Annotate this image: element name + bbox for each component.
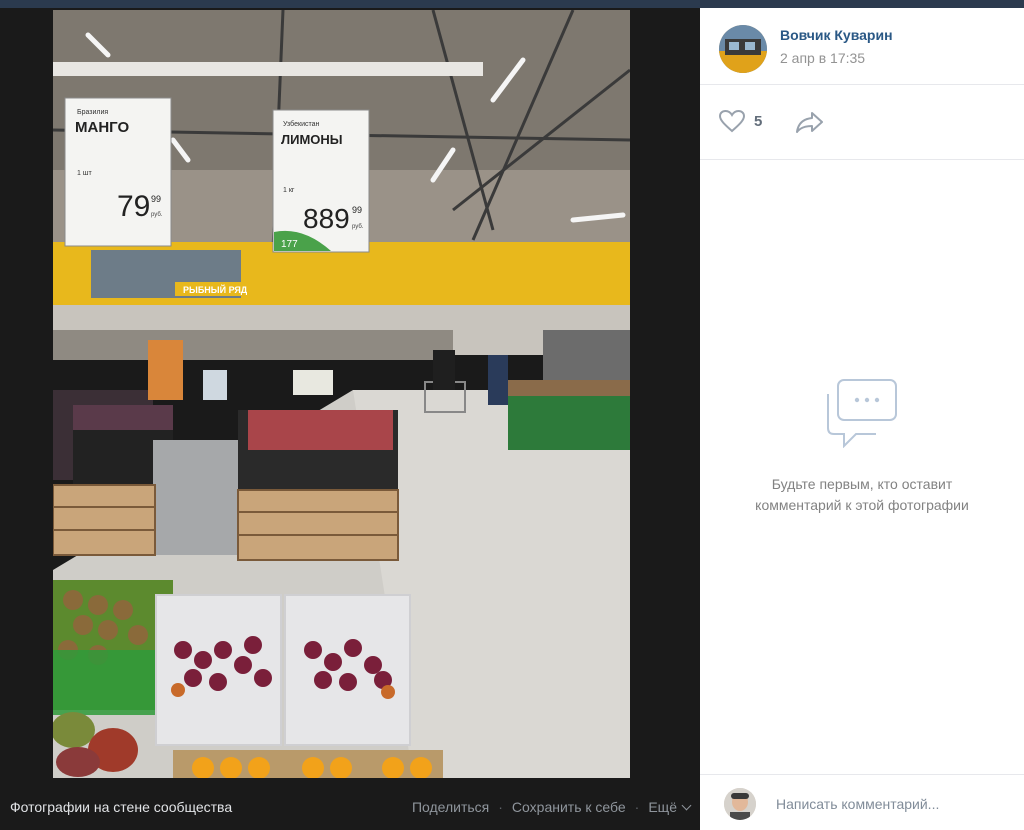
top-edge bbox=[0, 0, 1024, 8]
save-link[interactable]: Сохранить к себе bbox=[512, 799, 626, 815]
author-avatar[interactable] bbox=[719, 25, 767, 73]
like-button[interactable]: 5 bbox=[718, 109, 762, 133]
author-name[interactable]: Вовчик Куварин bbox=[780, 27, 893, 43]
comment-composer bbox=[700, 774, 1024, 830]
photo-viewer: РЫБНЫЙ РЯД Бразилия МАНГО 1 шт 79 99 руб… bbox=[0, 8, 700, 830]
separator-dot: · bbox=[498, 799, 503, 815]
photo[interactable]: РЫБНЫЙ РЯД Бразилия МАНГО 1 шт 79 99 руб… bbox=[53, 10, 630, 778]
store-banner: РЫБНЫЙ РЯД bbox=[183, 284, 248, 295]
comments-empty-state: Будьте первым, кто оставит комментарий к… bbox=[700, 378, 1024, 516]
post-date[interactable]: 2 апр в 17:35 bbox=[780, 50, 865, 66]
actions-row: 5 bbox=[700, 85, 1024, 160]
sign-unit: 1 шт bbox=[77, 170, 92, 177]
more-menu-button[interactable]: Ещё bbox=[648, 799, 692, 815]
share-button[interactable] bbox=[795, 110, 825, 139]
sign-product: ЛИМОНЫ bbox=[281, 132, 343, 147]
sign-origin: Бразилия bbox=[77, 109, 108, 116]
separator-dot: · bbox=[634, 799, 640, 815]
heart-icon bbox=[718, 109, 746, 133]
sign-price: 889 bbox=[303, 203, 350, 234]
sign-origin: Узбекистан bbox=[283, 120, 320, 128]
sign-price: 79 bbox=[117, 190, 150, 223]
footer-actions: Поделиться · Сохранить к себе · Ещё bbox=[412, 799, 692, 815]
avatar-image bbox=[724, 788, 756, 820]
photo-viewer-window: РЫБНЫЙ РЯД Бразилия МАНГО 1 шт 79 99 руб… bbox=[0, 0, 1024, 830]
price-sign-mango: Бразилия МАНГО 1 шт 79 99 руб. bbox=[64, 97, 172, 247]
empty-comments-text: Будьте первым, кто оставит комментарий к… bbox=[755, 476, 969, 513]
more-label: Ещё bbox=[648, 799, 677, 815]
share-arrow-icon bbox=[796, 112, 823, 133]
chevron-down-icon bbox=[681, 800, 692, 811]
photo-sidebar: Вовчик Куварин 2 апр в 17:35 5 Будьте пе… bbox=[700, 8, 1024, 830]
photo-footer: Фотографии на стене сообщества Поделитьс… bbox=[0, 790, 700, 824]
sign-badge: 177 bbox=[281, 239, 298, 250]
avatar-image bbox=[719, 25, 767, 73]
sign-cents: 99 bbox=[352, 205, 362, 215]
current-user-avatar[interactable] bbox=[724, 788, 756, 820]
like-count: 5 bbox=[754, 112, 763, 130]
share-link[interactable]: Поделиться bbox=[412, 799, 489, 815]
sign-product: МАНГО bbox=[75, 119, 129, 136]
photo-image: РЫБНЫЙ РЯД Бразилия МАНГО 1 шт 79 99 руб… bbox=[53, 10, 630, 778]
comment-input[interactable] bbox=[776, 790, 1006, 818]
album-link[interactable]: Фотографии на стене сообщества bbox=[10, 799, 232, 815]
sign-unit: 1 кг bbox=[283, 187, 295, 194]
author-block: Вовчик Куварин 2 апр в 17:35 bbox=[700, 8, 1024, 85]
sign-currency: руб. bbox=[151, 212, 163, 218]
sign-currency: руб. bbox=[352, 224, 364, 230]
comments-bubble-icon bbox=[827, 379, 897, 448]
sign-cents: 99 bbox=[151, 194, 161, 204]
price-sign-lemons: Узбекистан ЛИМОНЫ 1 кг 889 99 руб. 177 bbox=[272, 109, 370, 253]
